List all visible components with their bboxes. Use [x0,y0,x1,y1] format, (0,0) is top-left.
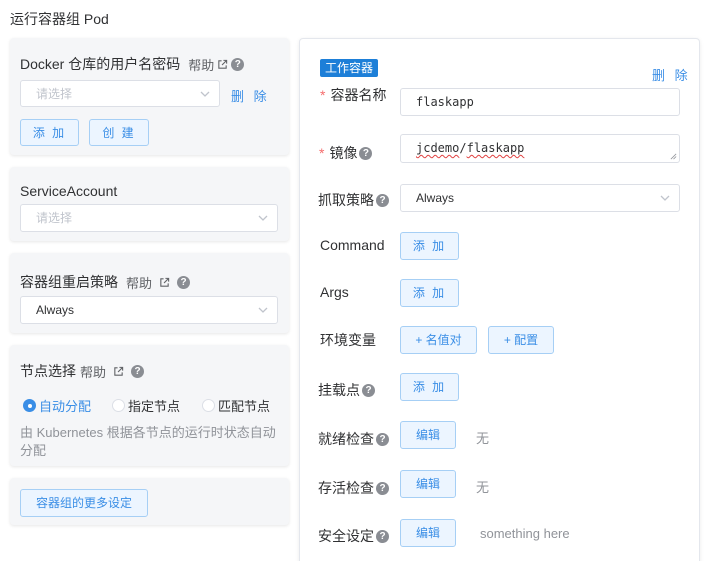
docker-registry-card: Docker 仓库的用户名密码 帮助 ? 请选择 删 除 添 加 创 建 [10,38,289,155]
mount-label: 挂载点 ? [318,380,375,400]
working-container-tag: 工作容器 [320,59,379,77]
radio-label: 指定节点 [128,399,181,414]
radio-dot [23,399,36,412]
more-settings-card: 容器组的更多设定 [10,478,289,525]
label-text: 挂载点 [318,382,360,398]
docker-create-button[interactable]: 创 建 [89,119,149,146]
env-label: 环境变量 [320,332,376,348]
image-text-separator: / [459,141,467,155]
question-icon[interactable]: ? [231,57,245,71]
required-mark: * [320,87,326,103]
container-delete-link[interactable]: 删 除 [652,65,691,84]
resize-handle-icon[interactable] [670,153,677,160]
external-link-icon [218,59,228,69]
docker-registry-title: Docker 仓库的用户名密码 [20,56,181,72]
liveness-label: 存活检查 ? [318,478,389,498]
env-add-keyvalue-button[interactable]: + 名值对 [400,326,477,354]
radio-auto-assign[interactable]: 自动分配 [23,396,91,415]
liveness-edit-button[interactable]: 编辑 [400,470,456,498]
required-mark: * [319,145,325,161]
label-text: 镜像 [329,145,358,161]
docker-delete-link[interactable]: 删 除 [231,86,270,105]
docker-secret-select[interactable]: 请选择 [20,80,220,107]
help-label: 帮助 [188,57,215,73]
radio-dot [112,399,125,412]
select-value: Always [416,191,455,205]
more-settings-button[interactable]: 容器组的更多设定 [20,489,148,517]
radio-dot [202,399,215,412]
readiness-value: 无 [476,431,490,446]
security-label: 安全设定 ? [318,526,389,546]
command-add-button[interactable]: 添 加 [400,232,459,260]
env-add-config-button[interactable]: + 配置 [488,326,554,354]
question-icon[interactable]: ? [376,193,389,207]
liveness-value: 无 [476,480,490,495]
service-account-select[interactable]: 请选择 [20,204,278,232]
question-icon[interactable]: ? [359,146,373,160]
question-icon[interactable]: ? [362,383,375,397]
node-selection-description: 由 Kubernetes 根据各节点的运行时状态自动分配 [20,425,276,458]
restart-policy-card: 容器组重启策略 帮助 ? Always [10,253,289,333]
mount-add-button[interactable]: 添 加 [400,373,459,401]
question-icon[interactable]: ? [177,275,191,289]
page-title: 运行容器组 Pod [10,11,109,27]
command-label: Command [320,237,385,253]
chevron-down-icon [200,91,210,97]
node-selection-title: 节点选择 [20,363,76,379]
pull-policy-label: 抓取策略 ? [318,190,389,210]
security-edit-button[interactable]: 编辑 [400,519,456,547]
help-label: 帮助 [80,364,107,380]
readiness-edit-button[interactable]: 编辑 [400,421,456,449]
radio-label: 匹配节点 [218,399,271,414]
label-text: 存活检查 [318,480,374,496]
args-label: Args [320,284,349,300]
radio-label: 自动分配 [39,399,92,414]
node-selection-card: 节点选择 帮助 ? 自动分配 指定节点 匹配节点 由 Kubernetes 根据… [10,345,289,466]
image-text-part2: flaskapp [466,141,525,155]
service-account-card: ServiceAccount 请选择 [10,167,289,241]
args-add-button[interactable]: 添 加 [400,279,459,307]
pull-policy-select[interactable]: Always [400,184,680,212]
working-container-panel: 工作容器 删 除 * 容器名称 flaskapp * 镜像 ? jcdemo/f… [299,38,700,561]
chevron-down-icon [258,307,268,313]
restart-policy-select[interactable]: Always [20,296,278,324]
chevron-down-icon [660,195,670,201]
image-text-part1: jcdemo [416,141,460,155]
restart-help-link[interactable]: 帮助 ? [126,273,191,292]
radio-match-node[interactable]: 匹配节点 [202,396,270,415]
question-icon[interactable]: ? [131,364,145,378]
container-name-input[interactable]: flaskapp [400,88,680,116]
container-name-label: * 容器名称 [320,85,386,105]
external-link-icon [160,277,170,287]
image-label: * 镜像 ? [319,143,373,163]
restart-policy-title: 容器组重启策略 [20,274,118,290]
radio-specify-node[interactable]: 指定节点 [112,396,180,415]
label-text: 安全设定 [318,528,374,544]
question-icon[interactable]: ? [376,432,389,446]
security-value: something here [480,526,570,541]
chevron-down-icon [258,215,268,221]
help-label: 帮助 [126,275,153,291]
external-link-icon [114,366,124,376]
readiness-label: 就绪检查 ? [318,429,389,449]
select-value: Always [36,303,75,317]
label-text: 抓取策略 [318,192,374,208]
docker-help-link[interactable]: 帮助 ? [188,55,245,74]
label-text: 容器名称 [330,87,387,103]
question-icon[interactable]: ? [376,481,389,495]
select-placeholder: 请选择 [36,87,73,101]
select-placeholder: 请选择 [36,211,73,225]
node-help-link[interactable]: 帮助 ? [80,362,145,381]
service-account-title: ServiceAccount [20,183,118,199]
label-text: 就绪检查 [318,431,374,447]
image-input[interactable]: jcdemo/flaskapp [400,134,680,163]
docker-add-button[interactable]: 添 加 [20,119,79,146]
question-icon[interactable]: ? [376,529,389,543]
